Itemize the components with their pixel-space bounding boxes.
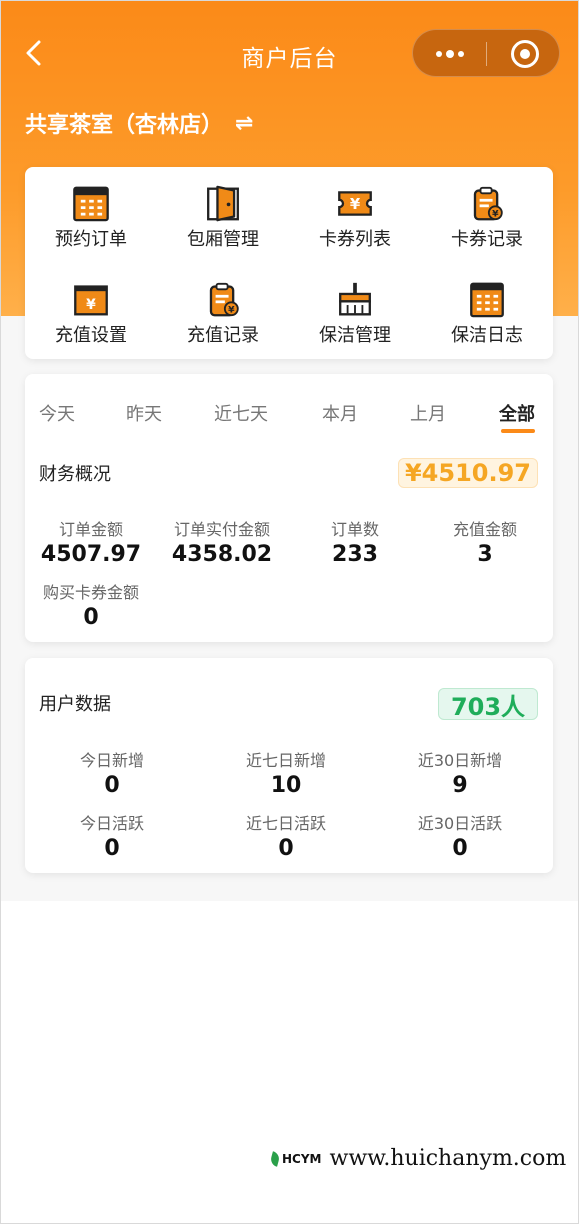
finance-overview-card: 今天 昨天 近七天 本月 上月 全部 财务概况 ¥4510.97 订单金额 45… (25, 374, 553, 642)
stat-voucher-purchase-amount: 购买卡券金额 0 (29, 579, 153, 630)
tab-this-month[interactable]: 本月 (322, 400, 358, 426)
watermark-logo: HCYM (269, 1150, 322, 1167)
date-range-tabs: 今天 昨天 近七天 本月 上月 全部 (25, 400, 553, 436)
stat-value: 4507.97 (40, 542, 142, 567)
stat-active-30-days: 近30日活跃 0 (395, 810, 525, 861)
door-icon (207, 185, 239, 222)
stat-value: 0 (278, 836, 294, 861)
menu-item-recharge-records[interactable]: ¥ 充值记录 (157, 267, 289, 347)
menu-item-cleaning-log[interactable]: 保洁日志 (421, 267, 553, 347)
switch-icon: ⇌ (235, 110, 254, 136)
menu-item-booking-orders[interactable]: 预约订单 (25, 171, 157, 251)
menu-item-label: 充值记录 (187, 325, 259, 346)
finance-section-title: 财务概况 (39, 464, 111, 485)
stat-order-amount: 订单金额 4507.97 (29, 516, 153, 567)
stat-order-count: 订单数 233 (291, 516, 419, 567)
watermark: HCYM www.huichanym.com (269, 1146, 567, 1171)
tab-yesterday[interactable]: 昨天 (126, 400, 162, 426)
yen-ticket-icon: ¥ (338, 191, 372, 216)
store-switcher[interactable]: 共享茶室（杏林店） ⇌ (25, 107, 253, 139)
stat-value: 3 (477, 542, 493, 567)
stat-value: 9 (452, 773, 468, 798)
menu-item-voucher-records[interactable]: ¥ 卡券记录 (421, 171, 553, 251)
clipboard-yen-icon: ¥ (209, 282, 239, 317)
more-button[interactable] (413, 30, 486, 78)
stat-value: 4358.02 (171, 542, 273, 567)
active-tab-indicator (501, 429, 535, 433)
menu-item-label: 保洁日志 (451, 325, 523, 346)
broom-icon (339, 282, 371, 316)
more-dots-icon (435, 51, 442, 57)
menu-item-room-management[interactable]: 包厢管理 (157, 171, 289, 251)
tab-last-month[interactable]: 上月 (410, 400, 446, 426)
stat-label: 今日新增 (79, 751, 144, 770)
leaf-icon (269, 1150, 281, 1167)
svg-text:¥: ¥ (492, 208, 499, 219)
stat-value: 0 (104, 773, 120, 798)
finance-total-badge: ¥4510.97 (398, 458, 538, 488)
stat-new-30-days: 近30日新增 9 (395, 747, 525, 798)
target-close-icon[interactable] (511, 40, 539, 68)
navigation-bar: 商户后台 (1, 25, 578, 81)
user-section-title: 用户数据 (39, 694, 111, 715)
menu-item-label: 卡券列表 (319, 229, 391, 250)
menu-item-label: 预约订单 (55, 229, 127, 250)
menu-item-cleaning-management[interactable]: 保洁管理 (289, 267, 421, 347)
capsule-divider (486, 42, 487, 66)
stat-value: 0 (83, 605, 99, 630)
stat-active-today: 今日活跃 0 (47, 810, 177, 861)
calendar-grid-icon (73, 186, 109, 222)
quick-menu-card: 预约订单 包厢管理 ¥ 卡券列表 ¥ 卡券记录 ¥ 充值设置 ¥ 充值记录 保洁… (25, 167, 553, 359)
stat-new-7-days: 近七日新增 10 (221, 747, 351, 798)
menu-item-label: 包厢管理 (187, 229, 259, 250)
user-total-badge: 703人 (438, 688, 538, 721)
phone-frame: 商户后台 共享茶室（杏林店） ⇌ 预约订单 包厢管理 ¥ 卡券列表 ¥ 卡券记录… (0, 0, 579, 1224)
menu-item-recharge-settings[interactable]: ¥ 充值设置 (25, 267, 157, 347)
stat-label: 购买卡券金额 (42, 583, 139, 602)
clipboard-yen-icon: ¥ (473, 186, 503, 221)
watermark-logo-text: HCYM (282, 1151, 322, 1166)
stat-label: 订单实付金额 (173, 520, 270, 539)
stat-value: 233 (332, 542, 378, 567)
stat-label: 近30日活跃 (417, 814, 503, 833)
stat-label: 今日活跃 (79, 814, 144, 833)
tab-last-7-days[interactable]: 近七天 (214, 400, 268, 426)
svg-text:¥: ¥ (350, 196, 361, 213)
menu-item-label: 充值设置 (55, 325, 127, 346)
stat-active-7-days: 近七日活跃 0 (221, 810, 351, 861)
store-name: 共享茶室（杏林店） (25, 113, 224, 138)
stat-value: 10 (270, 773, 302, 798)
stat-paid-amount: 订单实付金额 4358.02 (159, 516, 285, 567)
stat-value: 0 (452, 836, 468, 861)
log-grid-icon (470, 282, 504, 318)
stat-label: 订单数 (330, 520, 379, 539)
stat-label: 充值金额 (452, 520, 517, 539)
menu-item-voucher-list[interactable]: ¥ 卡券列表 (289, 171, 421, 251)
tab-today[interactable]: 今天 (39, 400, 75, 426)
watermark-url: www.huichanym.com (329, 1146, 567, 1171)
tab-all[interactable]: 全部 (499, 400, 535, 426)
svg-text:¥: ¥ (228, 304, 235, 315)
user-data-card: 用户数据 703人 今日新增 0 近七日新增 10 近30日新增 9 今日活跃 … (25, 658, 553, 873)
stat-label: 订单金额 (58, 520, 123, 539)
menu-item-label: 卡券记录 (451, 229, 523, 250)
menu-item-label: 保洁管理 (319, 325, 391, 346)
stat-label: 近七日活跃 (245, 814, 326, 833)
yen-wallet-icon: ¥ (74, 285, 108, 316)
stat-value: 0 (104, 836, 120, 861)
stat-recharge-amount: 充值金额 3 (421, 516, 549, 567)
stat-label: 近30日新增 (417, 751, 503, 770)
bottom-area (1, 901, 578, 1223)
stat-new-today: 今日新增 0 (47, 747, 177, 798)
stat-label: 近七日新增 (245, 751, 326, 770)
svg-text:¥: ¥ (86, 297, 96, 313)
mini-program-capsule (412, 29, 560, 77)
